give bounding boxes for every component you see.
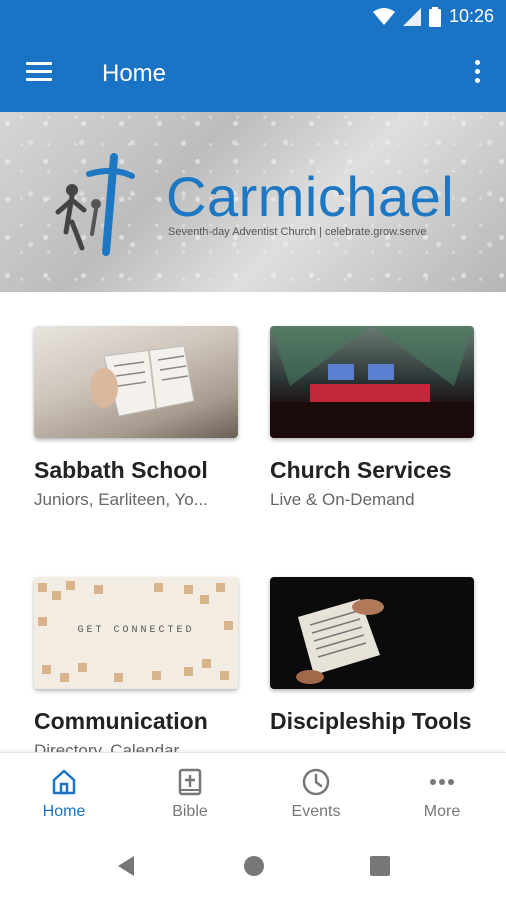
battery-icon [428,6,441,27]
brand-tagline: Seventh-day Adventist Church | celebrate… [168,226,427,238]
card-title: Communication [34,708,208,734]
back-icon[interactable] [114,854,138,878]
app-bar: Home [0,36,506,112]
card-church-services[interactable]: Church Services Live & On-Demand [270,326,474,510]
nav-events[interactable]: Events [266,767,366,821]
discipleship-tools-image [270,577,474,689]
bible-icon [178,768,202,796]
hamburger-menu-icon[interactable] [26,62,54,86]
nav-events-label: Events [291,803,341,820]
nav-home-label: Home [42,803,86,820]
nav-home[interactable]: Home [14,767,114,821]
card-sabbath-school[interactable]: Sabbath School Juniors, Earliteen, Yo... [34,326,238,510]
card-title: Sabbath School [34,457,208,483]
sabbath-school-image [34,326,238,438]
get-connected-text: GET CONNECTED [77,625,195,636]
card-communication[interactable]: GET CONNECTED Communication Directory, C… [34,577,238,761]
more-horiz-icon [430,779,454,785]
bottom-navigation: Home Bible Events More [0,752,506,833]
card-subtitle: Juniors, Earliteen, Yo... [34,490,208,509]
wifi-icon [372,7,395,25]
more-vert-icon[interactable] [474,60,482,88]
nav-bible[interactable]: Bible [140,767,240,821]
brand-name: Carmichael [166,165,455,228]
system-navigation-bar [0,832,506,900]
page-title: Home [102,60,167,87]
card-discipleship-tools[interactable]: Discipleship Tools [270,577,474,735]
home-circle-icon[interactable] [242,854,266,878]
card-title: Discipleship Tools [270,708,472,734]
status-bar: 10:26 [0,0,506,36]
recents-icon[interactable] [368,854,392,878]
church-services-image [270,326,474,438]
nav-more-label: More [423,803,461,820]
nav-more[interactable]: More [392,767,492,821]
hero-banner: Carmichael Seventh-day Adventist Church … [0,112,506,292]
card-subtitle: Live & On-Demand [270,490,415,509]
home-icon [52,769,76,795]
clock-icon [302,768,330,796]
nav-bible-label: Bible [172,803,208,820]
card-title: Church Services [270,457,452,483]
cell-signal-icon [402,7,421,26]
communication-image: GET CONNECTED [34,577,238,689]
status-time: 10:26 [448,6,494,26]
